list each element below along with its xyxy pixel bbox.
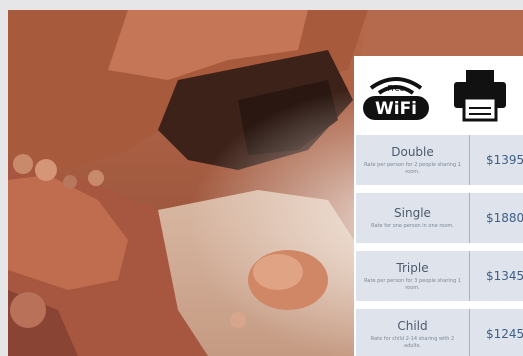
wifi-amenity: Free WiFi (354, 56, 438, 134)
wifi-logo-icon: Free WiFi (363, 77, 429, 120)
rate-note: Rate for child 2-14 sharing with 2 adult… (370, 335, 455, 349)
rate-name: Single (394, 206, 431, 220)
wifi-badge-text: Free (388, 84, 405, 93)
rate-note: Rate per person for 3 people sharing 1 r… (364, 277, 461, 291)
hero-section: Free WiFi Double Rate per person for 2 p… (8, 10, 523, 356)
rate-name: Triple (396, 260, 429, 275)
rate-info: Triple Rate per person for 3 people shar… (356, 251, 470, 301)
amenities-bar: Free WiFi (354, 56, 523, 134)
pricing-panel: Free WiFi Double Rate per person for 2 p… (354, 56, 523, 356)
rate-row-double: Double Rate per person for 2 people shar… (356, 135, 523, 185)
rate-price: $1880 (486, 211, 523, 225)
rate-note: Rate for one person in one room. (371, 223, 454, 229)
rate-info: Child Rate for child 2-14 sharing with 2… (356, 309, 470, 356)
wifi-label-text: WiFi (375, 99, 417, 119)
rate-price: $1245 (486, 327, 523, 341)
rate-row-single: Single Rate for one person in one room. … (356, 193, 523, 243)
rate-price: $1395 (486, 153, 523, 167)
rate-name: Double (391, 144, 434, 159)
rate-info: Single Rate for one person in one room. (356, 193, 470, 243)
rate-row-triple: Triple Rate per person for 3 people shar… (356, 251, 523, 301)
printer-amenity (438, 56, 522, 134)
rate-row-child: Child Rate for child 2-14 sharing with 2… (356, 309, 523, 356)
rate-note: Rate per person for 2 people sharing 1 r… (364, 161, 461, 175)
rate-info: Double Rate per person for 2 people shar… (356, 135, 470, 185)
printer-icon (454, 70, 506, 122)
rate-price: $1345 (486, 269, 523, 283)
rate-name: Child (397, 318, 428, 333)
